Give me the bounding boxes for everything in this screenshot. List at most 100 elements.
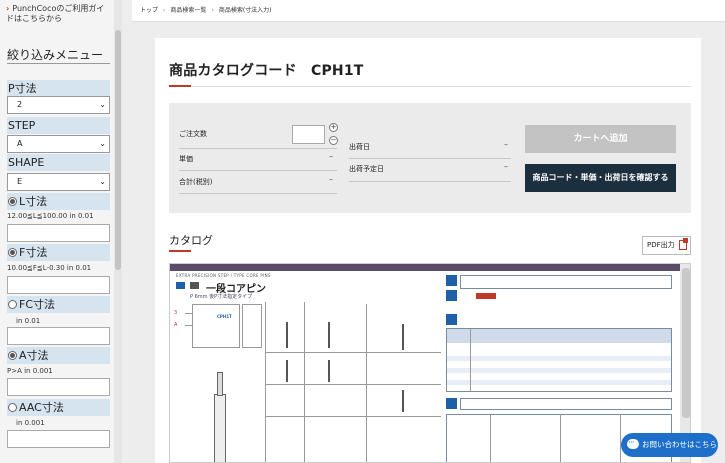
catalog-table (460, 398, 672, 410)
radio-unchecked-icon[interactable] (8, 403, 17, 412)
guide-link[interactable]: › PunchCocoのご利用ガイドはこちらから (6, 4, 110, 24)
catalog-marker: A (174, 322, 178, 328)
catalog-badge (190, 282, 200, 289)
total-label: 合計(税別) (179, 178, 213, 186)
filter-f-input[interactable] (7, 276, 110, 294)
catalog-badge (176, 282, 186, 289)
chevron-right-icon: › (6, 4, 10, 13)
breadcrumb-top[interactable]: トップ (140, 7, 158, 14)
filter-l-input[interactable] (7, 224, 110, 242)
catalog-line (490, 414, 491, 462)
chevron-down-icon: ⌄ (99, 139, 106, 148)
add-to-cart-button[interactable]: カートへ追加 (525, 125, 676, 153)
catalog-table-row (447, 380, 671, 385)
ship-date-value: – (504, 140, 508, 149)
sidebar: › PunchCocoのご利用ガイドはこちらから 絞り込みメニュー P寸法 2 ⌄ … (0, 0, 122, 463)
ship-plan-label: 出荷予定日 (349, 165, 384, 173)
breadcrumb-separator-icon: › (163, 7, 166, 14)
filter-l-range: 12.00≦L≦100.00 in 0.01 (7, 212, 94, 220)
filter-p-select[interactable]: 2 ⌄ (7, 96, 110, 114)
catalog-line (366, 304, 367, 462)
breadcrumb: トップ › 商品検索一覧 › 商品検索(寸法入力) (132, 0, 725, 22)
filter-fc-input[interactable] (7, 327, 110, 345)
catalog-tag (476, 293, 496, 299)
unit-price-label: 単価 (179, 155, 193, 163)
plus-icon[interactable]: + (329, 123, 338, 132)
filter-a-head[interactable]: A寸法 (7, 347, 110, 364)
filter-a-range: P>A in 0.001 (7, 367, 53, 375)
catalog-marker: 3 (174, 310, 178, 316)
chat-contact-button[interactable]: お問い合わせはこちら (621, 431, 718, 457)
catalog-section-icon (446, 290, 457, 301)
filter-a-input[interactable] (7, 378, 110, 396)
breadcrumb-current: 商品検索(寸法入力) (218, 7, 272, 14)
catalog-line (266, 352, 441, 353)
check-price-button[interactable]: 商品コード・単価・出荷日を確認する (525, 164, 676, 192)
filter-f-head[interactable]: F寸法 (7, 244, 110, 261)
scrollbar-thumb[interactable] (682, 268, 690, 418)
filter-p-label: P寸法 (7, 80, 110, 97)
catalog-code: CPH1T (217, 314, 232, 319)
filter-f-range: 10.00≦F≦L-0.30 in 0.01 (7, 264, 92, 272)
divider (169, 86, 691, 87)
catalog-title: カタログ (169, 234, 213, 247)
order-panel: ご注文数 + − 単価 – 合計(税別) – 出荷日 – 出荷予定日 – カート… (169, 103, 691, 213)
catalog-pin (328, 360, 330, 382)
catalog-image: EXTRA PRECISION STEP / TYPE CORE PINS 一段… (169, 263, 691, 463)
filter-aac-head[interactable]: AAC寸法 (7, 399, 110, 416)
catalog-line (620, 414, 621, 462)
catalog-line (266, 416, 441, 417)
radio-checked-icon[interactable] (8, 248, 17, 257)
catalog-section-icon (446, 398, 457, 409)
catalog-table-row (447, 368, 671, 373)
filter-aac-input[interactable] (7, 430, 110, 448)
divider (179, 193, 337, 194)
quantity-input[interactable] (292, 125, 325, 144)
catalog-header-bar (170, 264, 680, 271)
product-card: 商品カタログコード CPH1T ご注文数 + − 単価 – 合計(税別) – 出… (155, 38, 701, 463)
catalog-section-icon (446, 314, 457, 325)
filter-step-select[interactable]: A ⌄ (7, 135, 110, 153)
catalog-pin-drawing (214, 394, 226, 462)
filter-l-head[interactable]: L寸法 (7, 193, 110, 210)
minus-icon[interactable]: − (329, 136, 338, 145)
filter-aac-range: in 0.001 (16, 419, 45, 427)
filter-shape-label: SHAPE (7, 154, 110, 171)
filter-fc-head[interactable]: FC寸法 (7, 296, 110, 313)
catalog-table-head (447, 329, 671, 343)
catalog-drawing (242, 304, 262, 348)
divider (349, 181, 511, 182)
catalog-line (560, 414, 561, 462)
pdf-export-button[interactable]: PDF出力 (642, 236, 691, 255)
radio-unchecked-icon[interactable] (8, 300, 17, 309)
catalog-table (460, 275, 672, 289)
divider (349, 158, 511, 159)
divider (179, 148, 337, 149)
filter-menu-title: 絞り込みメニュー (7, 48, 104, 62)
catalog-pin-drawing (217, 372, 223, 396)
sidebar-scrollbar[interactable] (114, 0, 122, 463)
total-value: – (329, 175, 333, 184)
radio-checked-icon[interactable] (8, 197, 17, 206)
pdf-icon (679, 238, 688, 250)
catalog-table-row (447, 356, 671, 361)
unit-price-value: – (329, 152, 333, 161)
breadcrumb-separator-icon: › (211, 7, 214, 14)
divider (7, 63, 110, 64)
breadcrumb-search-list[interactable]: 商品検索一覧 (170, 7, 206, 14)
qty-label: ご注文数 (179, 130, 207, 138)
catalog-line (266, 384, 441, 385)
filter-shape-select[interactable]: E ⌄ (7, 173, 110, 191)
catalog-pin (402, 390, 404, 412)
catalog-line (470, 329, 471, 391)
divider (179, 170, 337, 171)
page-title: 商品カタログコード CPH1T (169, 63, 364, 79)
main-content: トップ › 商品検索一覧 › 商品検索(寸法入力) 商品カタログコード CPH1T ご注… (132, 0, 725, 463)
accent-line (169, 250, 191, 252)
ship-date-label: 出荷日 (349, 143, 370, 151)
catalog-pin (328, 322, 330, 348)
chat-bubble-icon (627, 431, 639, 455)
radio-checked-icon[interactable] (8, 351, 17, 360)
filter-step-label: STEP (7, 117, 110, 134)
scrollbar-thumb[interactable] (115, 30, 121, 270)
